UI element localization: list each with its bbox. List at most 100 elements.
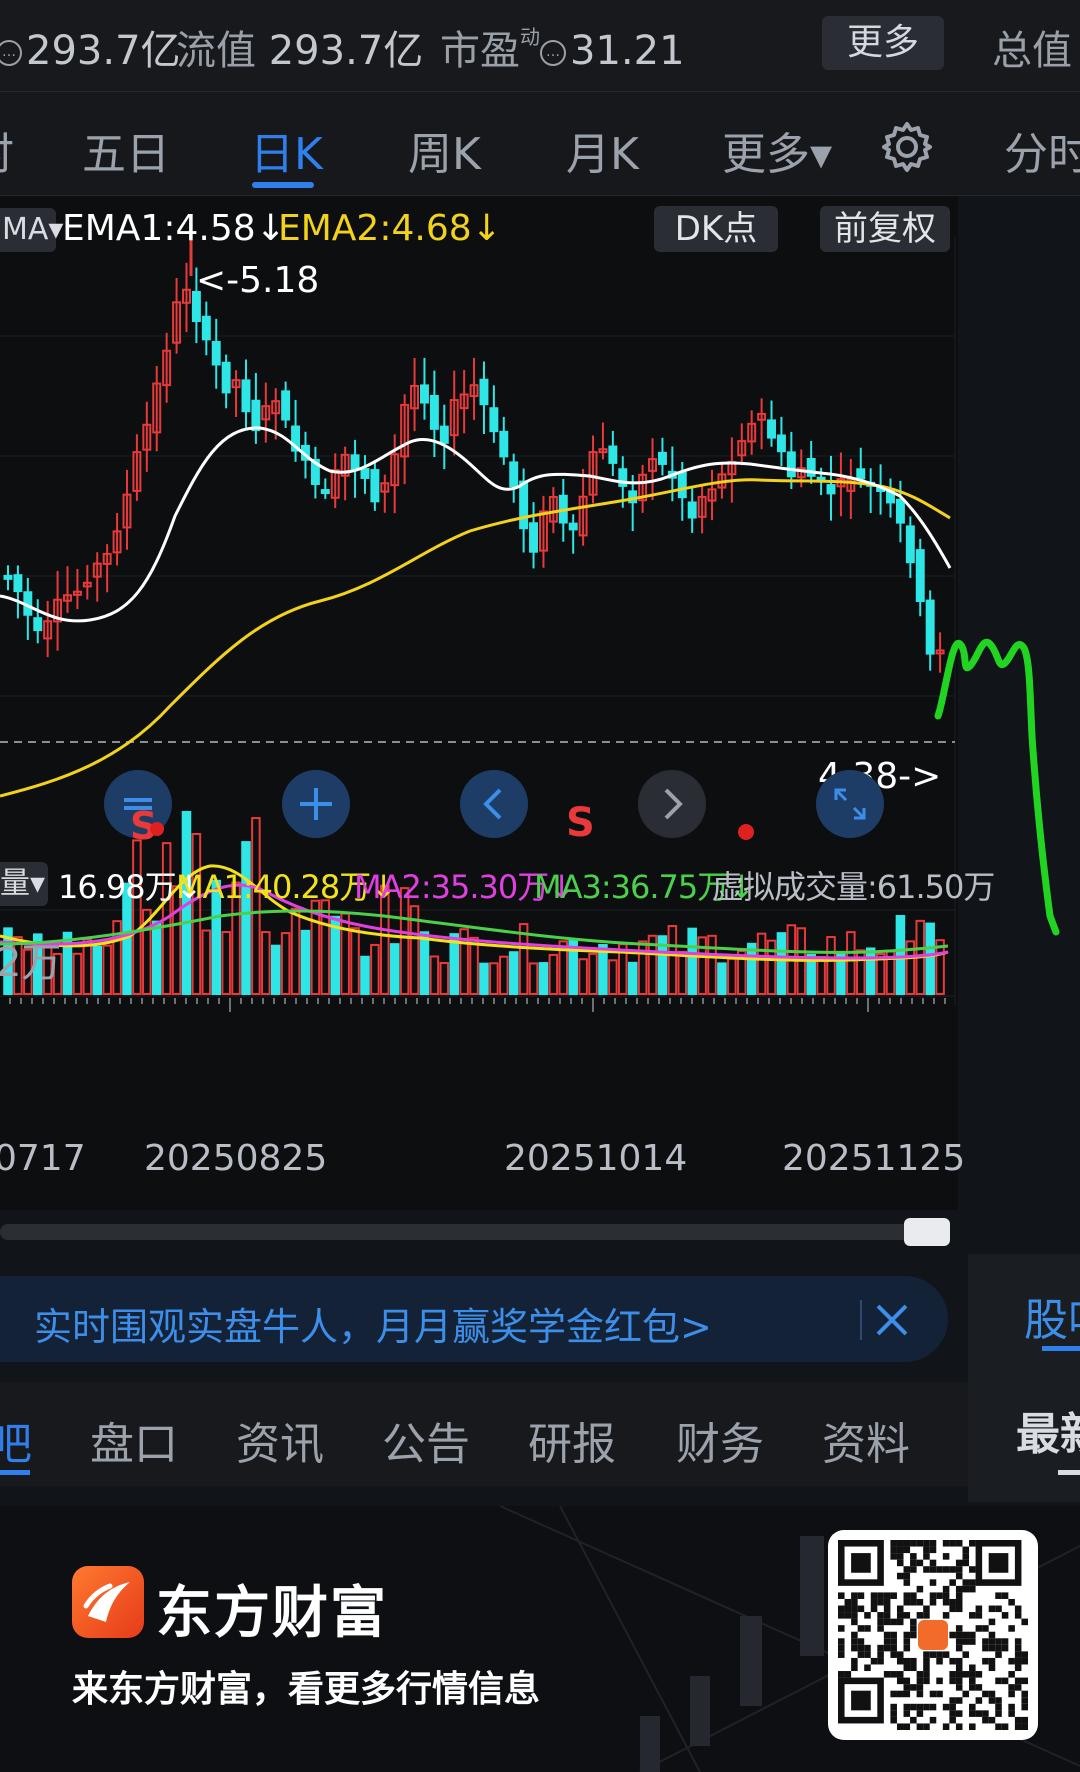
tab-announcements[interactable]: 公告 — [382, 1408, 470, 1472]
qr-module — [1014, 1612, 1022, 1619]
qr-module — [851, 1592, 858, 1599]
settings-gear-icon[interactable] — [880, 120, 934, 174]
promo-banner-text[interactable]: 实时围观实盘牛人，月月赢奖学金红包> — [34, 1296, 712, 1351]
qr-module — [864, 1664, 871, 1672]
chevron-right-icon — [664, 788, 683, 820]
qr-module — [988, 1657, 996, 1665]
qr-module — [1008, 1598, 1015, 1606]
qr-module — [923, 1664, 930, 1672]
qr-module — [962, 1553, 970, 1560]
volume-bar — [360, 955, 370, 996]
qr-module — [903, 1644, 911, 1652]
qr-module — [962, 1671, 970, 1678]
qr-module — [923, 1651, 930, 1658]
footer-slogan: 来东方财富，看更多行情信息 — [72, 1669, 541, 1710]
close-icon[interactable] — [864, 1292, 920, 1348]
qr-module — [890, 1631, 897, 1639]
tab-more-periods[interactable]: 更多▾ — [722, 118, 832, 182]
zoom-in-button[interactable] — [282, 770, 350, 838]
tab-research[interactable]: 研报 — [528, 1408, 616, 1472]
ma-indicator-selector[interactable]: MA▾ — [0, 208, 63, 252]
qr-module — [890, 1651, 897, 1658]
scroll-left-button[interactable] — [460, 770, 528, 838]
pe-stat: 市盈动… 31.21 — [440, 25, 685, 74]
high-price-label: <-5.18 — [196, 260, 320, 301]
more-button[interactable]: 更多 — [822, 16, 944, 70]
candle-body — [241, 379, 251, 413]
qr-module — [877, 1657, 884, 1665]
qr-code — [828, 1530, 1038, 1740]
fullscreen-button[interactable] — [816, 770, 884, 838]
qr-module — [903, 1612, 911, 1619]
side-tab-underline — [1042, 1346, 1080, 1351]
latest-tab-underline — [1058, 1470, 1080, 1475]
qr-module — [910, 1684, 917, 1691]
guba-side-tab[interactable]: 股吧 — [1024, 1284, 1080, 1348]
tab-financials[interactable]: 财务 — [676, 1408, 764, 1472]
qr-module — [982, 1638, 989, 1645]
chart-scrollbar[interactable] — [0, 1224, 950, 1240]
tab-news[interactable]: 资讯 — [236, 1408, 324, 1472]
qr-module — [910, 1716, 917, 1724]
tab-time-share[interactable]: 分时 — [1004, 118, 1080, 182]
qr-module — [903, 1546, 911, 1554]
qr-module — [903, 1598, 911, 1606]
scrollbar-thumb[interactable] — [904, 1218, 950, 1246]
candle-body — [657, 451, 667, 465]
tab-five-day[interactable]: 五日 — [82, 118, 170, 182]
scroll-right-button[interactable] — [638, 770, 706, 838]
qr-module — [955, 1625, 963, 1632]
qr-module — [988, 1697, 996, 1704]
dk-point-button[interactable]: DK点 — [654, 206, 778, 252]
candle-body — [33, 617, 43, 632]
qr-module — [883, 1631, 891, 1639]
qr-module — [890, 1716, 897, 1724]
tab-order-book[interactable]: 盘口 — [90, 1408, 178, 1472]
qr-module — [1014, 1605, 1022, 1613]
qr-module — [857, 1638, 865, 1645]
x-date-label: 20251125 — [782, 1138, 966, 1179]
qr-module — [949, 1540, 956, 1547]
volume-indicator-selector[interactable]: 量▾ — [0, 862, 48, 906]
candle-body — [786, 451, 796, 478]
qr-module — [1001, 1612, 1009, 1619]
tab-monthly-k[interactable]: 月K — [566, 118, 639, 182]
qr-module — [857, 1605, 865, 1613]
qr-module — [1014, 1638, 1022, 1645]
qr-module — [903, 1690, 911, 1698]
tab-daily-k[interactable]: 日K — [250, 118, 323, 182]
qr-module — [916, 1671, 924, 1678]
sell-marker-2: S — [566, 800, 595, 846]
tab-latest[interactable]: 最新 — [1016, 1398, 1080, 1462]
qr-module — [1001, 1592, 1009, 1599]
qr-module — [923, 1612, 930, 1619]
qr-module — [955, 1697, 963, 1704]
volume-bar — [816, 955, 826, 995]
volume-bar — [667, 925, 678, 995]
volume-bar — [350, 927, 360, 996]
qr-module — [962, 1651, 970, 1658]
qr-module — [988, 1664, 996, 1672]
candle-body — [201, 315, 211, 341]
qr-module — [870, 1657, 878, 1665]
qr-module — [962, 1631, 970, 1639]
volume-axis-label: 2万 — [0, 940, 62, 986]
qr-module — [1021, 1716, 1028, 1724]
tab-profile[interactable]: 资料 — [822, 1408, 910, 1472]
qr-module — [883, 1618, 891, 1626]
qr-module — [969, 1638, 976, 1645]
adjust-price-button[interactable]: 前复权 — [820, 206, 950, 252]
volume-bar — [489, 962, 499, 995]
eastmoney-logo — [72, 1566, 144, 1638]
tab-guba[interactable]: 吧 — [0, 1408, 32, 1472]
qr-module — [1014, 1644, 1022, 1652]
qr-module — [851, 1612, 858, 1619]
x-date-label: 0717 — [0, 1138, 86, 1179]
qr-module — [890, 1644, 897, 1652]
tab-intraday[interactable]: 时 — [0, 118, 14, 182]
qr-module — [883, 1592, 891, 1599]
tab-weekly-k[interactable]: 周K — [408, 118, 481, 182]
brand-name: 东方财富 — [156, 1581, 388, 1646]
volume-bar — [370, 943, 380, 995]
volume-bar — [201, 929, 212, 995]
